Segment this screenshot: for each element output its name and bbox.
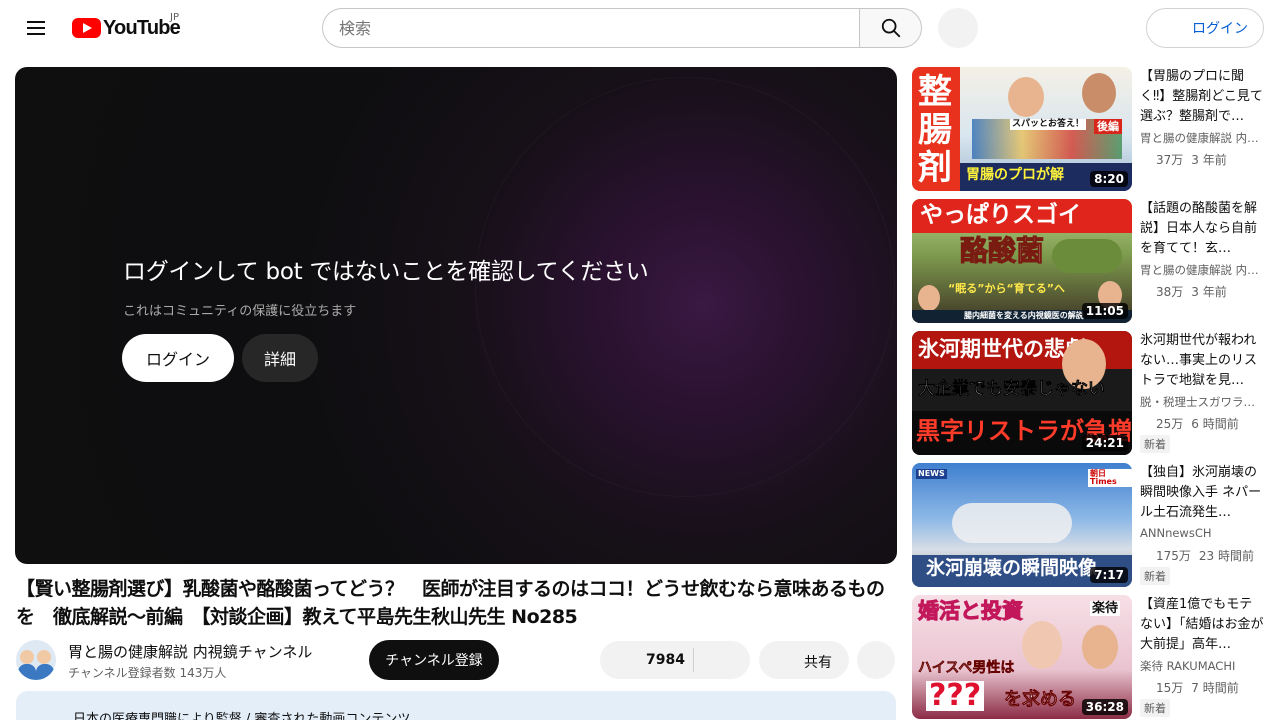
like-button[interactable]: 7984: [600, 641, 750, 679]
thumb-text: 腸内細菌を変える内視鏡医の解説: [964, 311, 1084, 320]
top-header: YouTube JP ログイン: [0, 0, 1280, 56]
recommendation-item[interactable]: 氷河期世代の悲劇 大企業でも安泰じゃない 黒字リストラが急増 24:21 氷河期…: [912, 331, 1264, 455]
menu-icon[interactable]: [16, 8, 56, 48]
bot-check-subtitle: これはコミュニティの保護に役立ちます: [123, 304, 357, 319]
logo-text: YouTube: [103, 16, 181, 39]
like-dislike-divider: [693, 648, 694, 672]
player-login-button[interactable]: ログイン: [122, 334, 234, 382]
view-count: 15万: [1156, 681, 1184, 695]
recommendation-meta: 37万 3 年前: [1140, 151, 1227, 168]
video-thumbnail[interactable]: やっぱりスゴイ 酪酸菌 “眠る”から“育てる”へ 腸内細菌を変える内視鏡医の解説…: [912, 199, 1132, 323]
video-thumbnail[interactable]: 氷河期世代の悲劇 大企業でも安泰じゃない 黒字リストラが急増 24:21: [912, 331, 1132, 455]
thumb-text: 朝日Times: [1088, 469, 1132, 487]
like-count: 7984: [646, 652, 685, 668]
upload-age: 23 時間前: [1198, 549, 1254, 563]
thumb-text: スパッとお答え！: [1010, 119, 1087, 130]
voice-search-button[interactable]: [938, 8, 978, 48]
thumb-text: 酪酸菌: [959, 234, 1045, 267]
header-login-button[interactable]: ログイン: [1146, 8, 1264, 48]
search-button[interactable]: [859, 8, 922, 48]
recommendation-item[interactable]: 整 腸 剤 スパッとお答え！ 後編 胃腸のプロが解 8:20 【胃腸のプロに聞く…: [912, 67, 1264, 191]
recommendation-item[interactable]: やっぱりスゴイ 酪酸菌 “眠る”から“育てる”へ 腸内細菌を変える内視鏡医の解説…: [912, 199, 1264, 323]
subscriber-count: チャンネル登録者数 143万人: [68, 666, 227, 680]
thumb-text: 大企業でも安泰じゃない: [918, 379, 1106, 399]
recommendation-title[interactable]: 【話題の酪酸菌を解説】日本人なら自前を育てて！玄…: [1140, 199, 1264, 259]
upload-age: 3 年前: [1191, 285, 1227, 299]
recommendation-title[interactable]: 【資産1億でもモテない】「結婚はお金が大前提」高年…: [1140, 595, 1264, 655]
thumb-text: ハイスペ男性は: [918, 660, 1015, 676]
video-thumbnail[interactable]: 整 腸 剤 スパッとお答え！ 後編 胃腸のプロが解 8:20: [912, 67, 1132, 191]
recommendation-channel[interactable]: 胃と腸の健康解説 内…: [1140, 262, 1264, 278]
recommendation-meta: 25万 6 時間前: [1140, 415, 1239, 432]
thumb-text: 腸: [918, 110, 952, 150]
thumb-text: 胃腸のプロが解: [966, 167, 1064, 183]
recommendation-item[interactable]: 婚活と投資 楽待 ハイスペ男性は ??? を求める 36:28 【資産1億でもモ…: [912, 595, 1264, 719]
youtube-logo[interactable]: YouTube: [72, 16, 181, 40]
thumb-text: を求める: [1004, 689, 1077, 710]
view-count: 38万: [1156, 285, 1184, 299]
upload-age: 7 時間前: [1191, 681, 1239, 695]
health-info-panel: 日本の医療専門職により監督 / 審査された動画コンテンツ: [16, 691, 896, 720]
video-thumbnail[interactable]: NEWS 朝日Times 氷河崩壊の瞬間映像 7:17: [912, 463, 1132, 587]
more-actions-button[interactable]: [857, 641, 895, 679]
share-button[interactable]: 共有: [759, 641, 849, 679]
upload-age: 3 年前: [1191, 153, 1227, 167]
channel-avatar[interactable]: [16, 640, 56, 680]
channel-name[interactable]: 胃と腸の健康解説 内視鏡チャンネル: [68, 641, 312, 662]
thumb-text: ???: [926, 681, 985, 711]
upload-age: 6 時間前: [1191, 417, 1239, 431]
video-duration: 11:05: [1081, 303, 1128, 319]
video-duration: 36:28: [1081, 699, 1128, 715]
thumb-text: やっぱりスゴイ: [920, 202, 1081, 228]
thumb-text: 氷河期世代の悲劇: [918, 337, 1086, 361]
recommendation-channel[interactable]: 脱・税理士スガワラ…: [1140, 394, 1264, 410]
recommendation-title[interactable]: 【胃腸のプロに聞く‼】整腸剤どこ見て選ぶ？整腸剤で…: [1140, 67, 1264, 127]
bot-check-title: ログインして bot ではないことを確認してください: [123, 259, 649, 285]
view-count: 175万: [1156, 549, 1191, 563]
player-background-glow: [475, 77, 895, 497]
thumb-text: 婚活と投資: [918, 599, 1024, 623]
thumb-text: 整: [918, 72, 952, 112]
new-badge: 新着: [1140, 435, 1170, 453]
recommendation-meta: 15万 7 時間前: [1140, 679, 1239, 696]
recommendation-meta: 175万 23 時間前: [1140, 547, 1254, 564]
header-login-label: ログイン: [1192, 21, 1248, 37]
video-thumbnail[interactable]: 婚活と投資 楽待 ハイスペ男性は ??? を求める 36:28: [912, 595, 1132, 719]
player-detail-button[interactable]: 詳細: [242, 334, 318, 382]
recommendation-channel[interactable]: 楽待 RAKUMACHI: [1140, 658, 1264, 674]
youtube-play-icon: [72, 18, 101, 38]
thumb-text: 楽待: [1090, 601, 1121, 616]
recommendation-item[interactable]: NEWS 朝日Times 氷河崩壊の瞬間映像 7:17 【独自】氷河崩壊の瞬間映…: [912, 463, 1264, 587]
recommendation-meta: 38万 3 年前: [1140, 283, 1227, 300]
recommendation-channel[interactable]: ANNnewsCH: [1140, 526, 1264, 540]
new-badge: 新着: [1140, 567, 1170, 585]
video-duration: 24:21: [1081, 435, 1128, 451]
thumb-text: 氷河崩壊の瞬間映像: [926, 557, 1098, 579]
thumb-text: 後編: [1094, 119, 1122, 134]
video-player[interactable]: ログインして bot ではないことを確認してください これはコミュニティの保護に…: [15, 67, 897, 564]
thumb-text: “眠る”から“育てる”へ: [948, 282, 1065, 295]
recommendation-channel[interactable]: 胃と腸の健康解説 内…: [1140, 130, 1264, 146]
search-input[interactable]: [322, 8, 859, 48]
view-count: 25万: [1156, 417, 1184, 431]
video-duration: 8:20: [1090, 171, 1128, 187]
search-bar: [322, 8, 922, 48]
recommendation-title[interactable]: 【独自】氷河崩壊の瞬間映像入手 ネパール土石流発生…: [1140, 463, 1264, 523]
view-count: 37万: [1156, 153, 1184, 167]
subscribe-button[interactable]: チャンネル登録: [369, 640, 499, 680]
search-icon: [881, 18, 900, 38]
video-duration: 7:17: [1090, 567, 1128, 583]
share-label: 共有: [804, 655, 832, 671]
health-info-text: 日本の医療専門職により監督 / 審査された動画コンテンツ: [73, 712, 411, 720]
thumb-text: NEWS: [916, 469, 947, 479]
recommendation-title[interactable]: 氷河期世代が報われない…事実上のリストラで地獄を見…: [1140, 331, 1264, 391]
region-code: JP: [170, 12, 179, 23]
new-badge: 新着: [1140, 699, 1170, 717]
video-title: 【賢い整腸剤選び】乳酸菌や酪酸菌ってどう？ 医師が注目するのはココ！どうせ飲むな…: [16, 578, 885, 628]
thumb-text: 剤: [918, 148, 952, 188]
